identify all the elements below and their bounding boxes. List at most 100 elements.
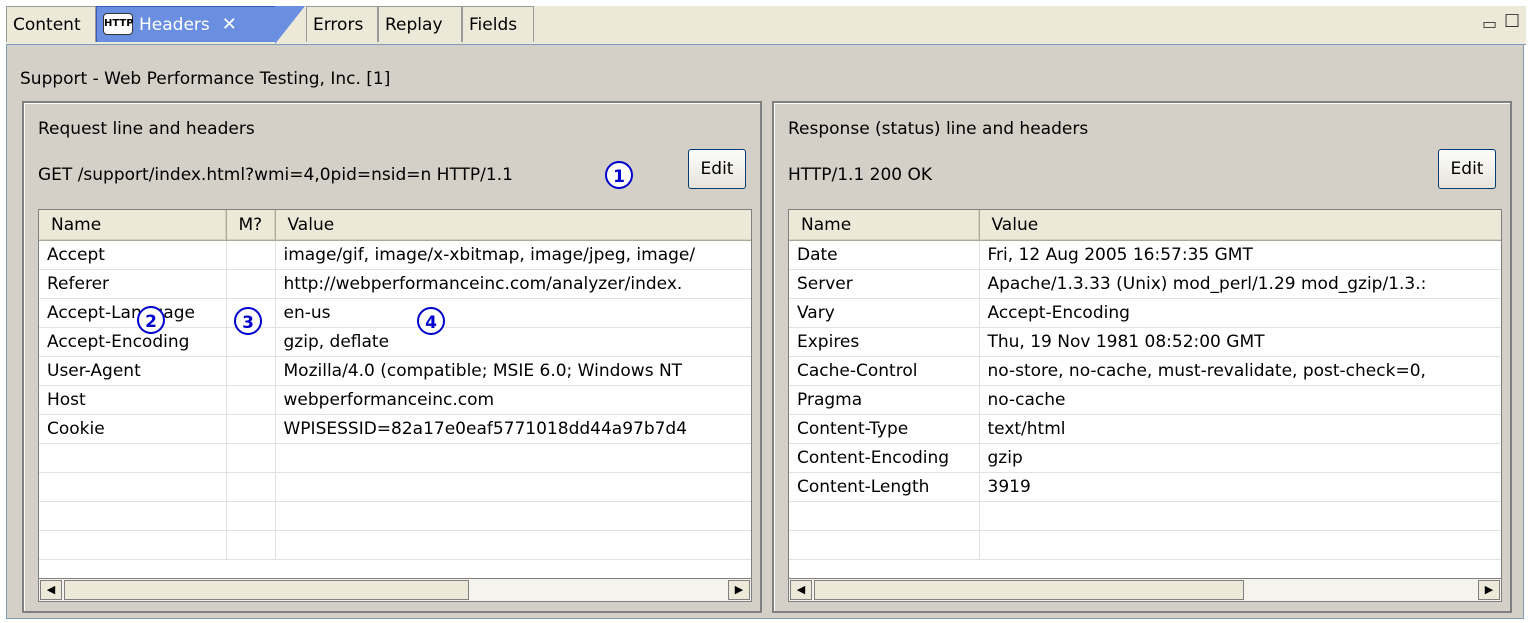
table-row[interactable]: Expires Thu, 19 Nov 1981 08:52:00 GMT [789,327,1501,357]
header-name: Referer [39,269,227,299]
tab-label: Errors [313,15,364,35]
arrow-right-icon[interactable]: ▶ [1478,580,1500,600]
scrollbar-thumb[interactable] [814,580,1244,600]
header-value: image/gif, image/x-xbitmap, image/jpeg, … [275,240,751,270]
header-name: Vary [789,298,980,328]
arrow-left-icon[interactable]: ◀ [790,580,812,600]
header-value: http://webperformanceinc.com/analyzer/in… [275,269,751,299]
response-header-table: Name Value Date Fri, 12 Aug 2005 16:57:3… [788,209,1502,596]
table-row[interactable]: Vary Accept-Encoding [789,298,1501,328]
header-name: Cache-Control [789,356,980,386]
arrow-right-icon[interactable]: ▶ [728,580,750,600]
callout-marker-1: 1 [605,161,633,189]
header-value: en-us [275,298,751,328]
header-value: Fri, 12 Aug 2005 16:57:35 GMT [979,240,1501,270]
header-name: Content-Length [789,472,980,502]
empty-row [39,530,751,560]
tab-errors[interactable]: Errors [306,6,378,42]
header-name: Host [39,385,227,415]
request-edit-button[interactable]: Edit [688,149,746,189]
header-modified [226,414,276,444]
header-name: Cookie [39,414,227,444]
table-row[interactable]: Content-Length 3919 [789,472,1501,502]
tab-label: Content [13,15,81,35]
tab-replay[interactable]: Replay [378,6,462,42]
header-value: webperformanceinc.com [275,385,751,415]
header-name: Content-Encoding [789,443,980,473]
http-icon: HTTP [103,12,134,35]
response-horizontal-scrollbar[interactable]: ◀ ▶ [788,578,1502,602]
header-value: 3919 [979,472,1501,502]
header-value: Thu, 19 Nov 1981 08:52:00 GMT [979,327,1501,357]
request-line: GET /support/index.html?wmi=4,0pid=nsid=… [38,165,513,185]
column-header-name[interactable]: Name [39,210,227,241]
header-name: User-Agent [39,356,227,386]
tab-content[interactable]: Content [6,6,96,42]
header-name: Accept-Encoding [39,327,227,357]
header-modified [226,240,276,270]
header-name: Server [789,269,980,299]
arrow-left-icon[interactable]: ◀ [40,580,62,600]
header-name: Accept-Language [39,298,227,328]
header-name: Content-Type [789,414,980,444]
tab-strip: Content HTTP Headers ✕ Errors Replay Field… [6,6,1526,45]
request-header-table: Name M? Value Accept image/gif, image/x-… [38,209,752,596]
empty-row [789,501,1501,531]
header-value: no-cache [979,385,1501,415]
header-value: WPISESSID=82a17e0eaf5771018dd44a97b7d4 [275,414,751,444]
table-row[interactable]: Host webperformanceinc.com [39,385,751,415]
close-icon[interactable]: ✕ [222,14,237,35]
tab-headers[interactable]: HTTP Headers ✕ [96,6,305,44]
header-value: gzip [979,443,1501,473]
table-row[interactable]: Content-Type text/html [789,414,1501,444]
header-value: Mozilla/4.0 (compatible; MSIE 6.0; Windo… [275,356,751,386]
table-row[interactable]: Accept image/gif, image/x-xbitmap, image… [39,240,751,270]
empty-row [789,530,1501,560]
empty-row [39,472,751,502]
header-modified [226,356,276,386]
table-row[interactable]: User-Agent Mozilla/4.0 (compatible; MSIE… [39,356,751,386]
response-panel: Response (status) line and headers HTTP/… [772,101,1512,613]
tab-fields[interactable]: Fields [462,6,534,42]
column-header-value[interactable]: Value [979,210,1501,241]
tab-label: Fields [469,15,518,35]
table-row[interactable]: Cookie WPISESSID=82a17e0eaf5771018dd44a9… [39,414,751,444]
header-name: Pragma [789,385,980,415]
header-value: text/html [979,414,1501,444]
column-header-value[interactable]: Value [275,210,751,241]
table-row[interactable]: Referer http://webperformanceinc.com/ana… [39,269,751,299]
empty-row [39,501,751,531]
callout-marker-3: 3 [234,307,262,335]
header-value: no-store, no-cache, must-revalidate, pos… [979,356,1501,386]
tab-slant [275,6,305,44]
column-header-name[interactable]: Name [789,210,980,241]
table-row[interactable]: Pragma no-cache [789,385,1501,415]
response-edit-button[interactable]: Edit [1438,149,1496,189]
table-row[interactable]: Server Apache/1.3.33 (Unix) mod_perl/1.2… [789,269,1501,299]
header-modified [226,385,276,415]
table-row[interactable]: Date Fri, 12 Aug 2005 16:57:35 GMT [789,240,1501,270]
request-panel: Request line and headers GET /support/in… [22,101,762,613]
header-value: Accept-Encoding [979,298,1501,328]
response-title: Response (status) line and headers [788,119,1089,139]
tab-label: Headers [139,15,210,35]
header-value: Apache/1.3.33 (Unix) mod_perl/1.29 mod_g… [979,269,1501,299]
callout-marker-2: 2 [137,306,165,334]
callout-marker-4: 4 [417,307,445,335]
scrollbar-thumb[interactable] [64,580,469,600]
maximize-icon[interactable]: ☐ [1504,11,1520,32]
header-value: gzip, deflate [275,327,751,357]
column-header-modified[interactable]: M? [226,210,276,241]
table-row[interactable]: Cache-Control no-store, no-cache, must-r… [789,356,1501,386]
request-title: Request line and headers [38,119,255,139]
breadcrumb: Support - Web Performance Testing, Inc. … [20,69,391,89]
header-name: Expires [789,327,980,357]
table-row[interactable]: Content-Encoding gzip [789,443,1501,473]
minimize-icon[interactable]: ▭ [1482,14,1497,33]
header-modified [226,269,276,299]
tab-label: Replay [385,15,443,35]
empty-row [39,443,751,473]
header-name: Accept [39,240,227,270]
request-horizontal-scrollbar[interactable]: ◀ ▶ [38,578,752,602]
response-line: HTTP/1.1 200 OK [788,165,933,185]
